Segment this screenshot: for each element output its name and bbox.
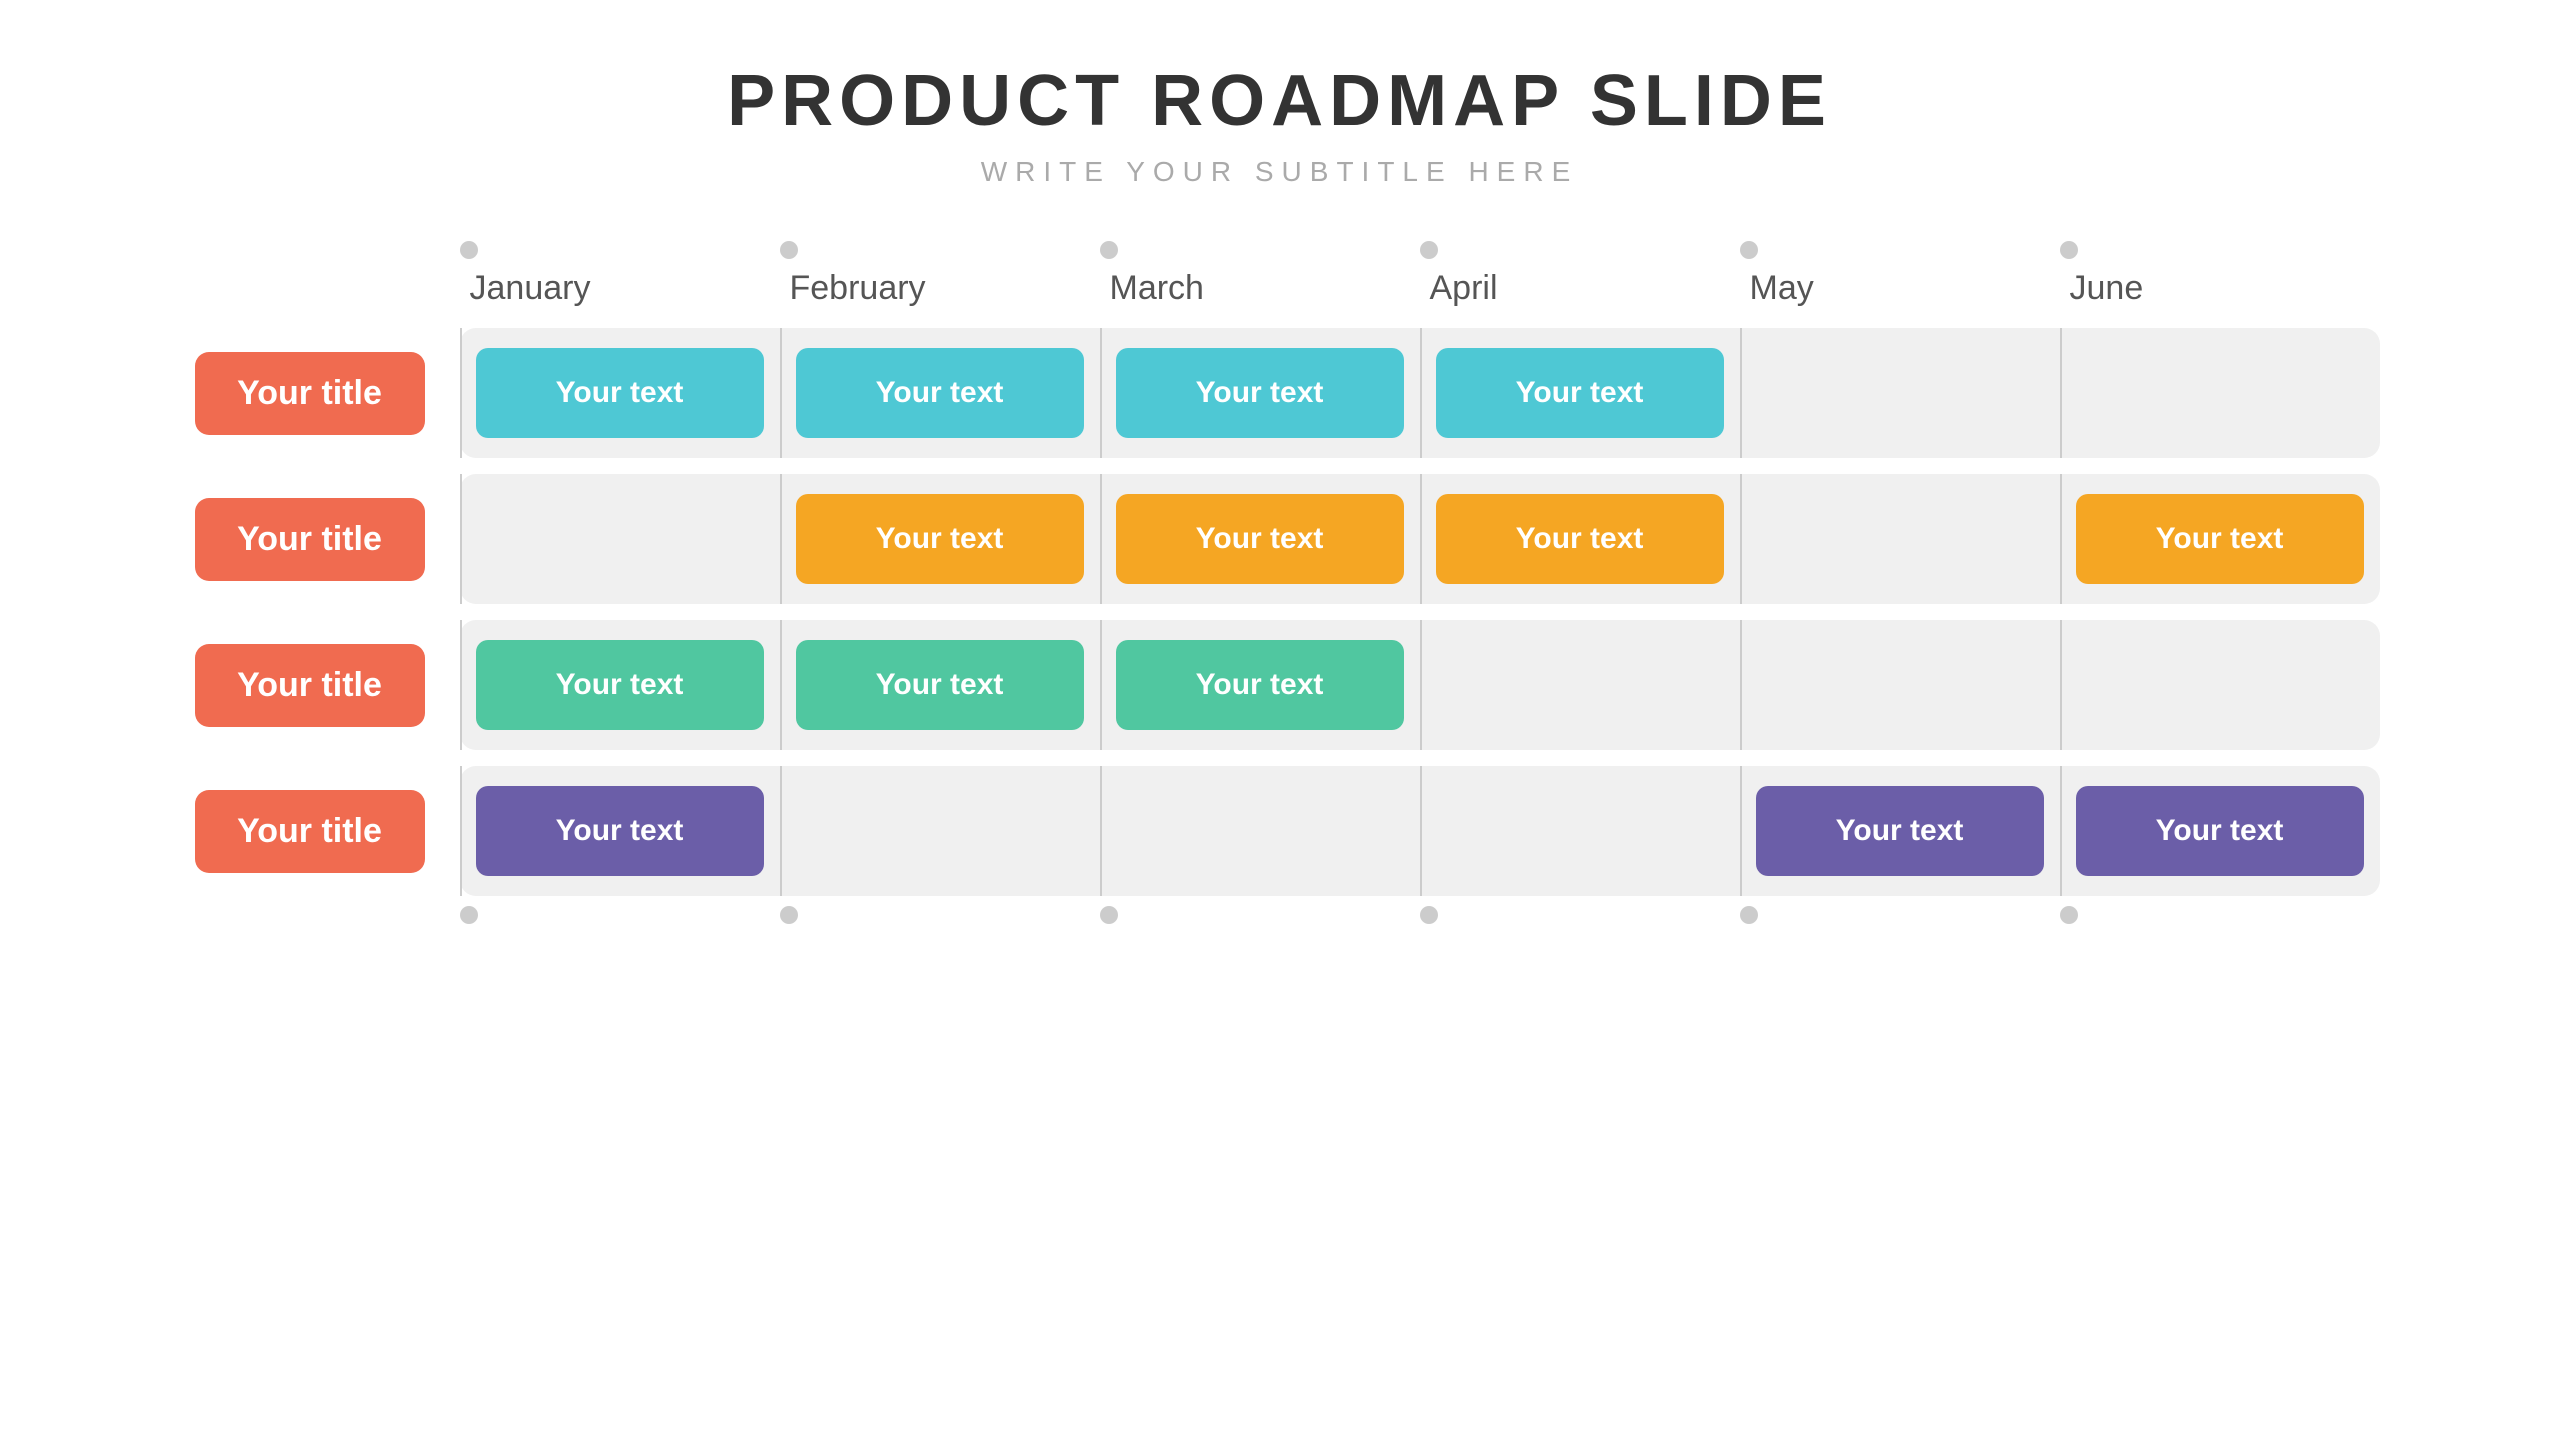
- roadmap-row-3: Your title Your text Your text Your text: [180, 766, 2380, 896]
- row-label-btn-3[interactable]: Your title: [195, 790, 425, 873]
- vline-row2-col0: [460, 620, 462, 750]
- vline-row2-col1: [780, 620, 782, 750]
- row-content-3: Your text Your text Your text: [460, 766, 2380, 896]
- vline-row2-col5: [2060, 620, 2062, 750]
- vline-row3-col4: [1740, 766, 1742, 896]
- vline-row1-col4: [1740, 474, 1742, 604]
- vline-row3-col5: [2060, 766, 2062, 896]
- bottom-dots-row: [460, 906, 2380, 936]
- row-label-cell-2: Your title: [180, 644, 460, 727]
- vline-row0-col0: [460, 328, 462, 458]
- task-box-r1-t2[interactable]: Your text: [1436, 494, 1724, 584]
- vline-row0-col4: [1740, 328, 1742, 458]
- month-label-1: February: [790, 241, 1100, 308]
- vline-row1-col2: [1100, 474, 1102, 604]
- months-row: JanuaryFebruaryMarchAprilMayJune: [460, 228, 2380, 308]
- roadmap-container: JanuaryFebruaryMarchAprilMayJune Your tit…: [180, 228, 2380, 936]
- bottom-dot-5: [2060, 906, 2078, 924]
- month-label-0: January: [470, 241, 780, 308]
- vline-row3-col1: [780, 766, 782, 896]
- vline-row0-col2: [1100, 328, 1102, 458]
- task-box-r0-t1[interactable]: Your text: [796, 348, 1084, 438]
- month-col-4: May: [1740, 241, 2060, 308]
- roadmap-row-1: Your titleYour textYour textYour textYou…: [180, 474, 2380, 604]
- task-box-r0-t3[interactable]: Your text: [1436, 348, 1724, 438]
- slide-header: PRODUCT ROADMAP SLIDE WRITE YOUR SUBTITL…: [727, 60, 1832, 188]
- row-label-cell-1: Your title: [180, 498, 460, 581]
- vline-row0-col1: [780, 328, 782, 458]
- vline-row1-col1: [780, 474, 782, 604]
- main-title: PRODUCT ROADMAP SLIDE: [727, 60, 1832, 142]
- month-dot-top: [1420, 241, 1438, 259]
- task-box-r1-t0[interactable]: Your text: [796, 494, 1084, 584]
- row-content-1: Your text Your text Your text Your text: [460, 474, 2380, 604]
- vline-row2-col2: [1100, 620, 1102, 750]
- row-content-2: Your text Your text Your text: [460, 620, 2380, 750]
- task-box-r2-t1[interactable]: Your text: [796, 640, 1084, 730]
- vline-row2-col4: [1740, 620, 1742, 750]
- task-box-r0-t2[interactable]: Your text: [1116, 348, 1404, 438]
- row-label-btn-1[interactable]: Your title: [195, 498, 425, 581]
- vline-row0-col5: [2060, 328, 2062, 458]
- task-box-r3-t0[interactable]: Your text: [476, 786, 764, 876]
- month-dot-top: [460, 241, 478, 259]
- vline-row1-col5: [2060, 474, 2062, 604]
- vline-row1-col0: [460, 474, 462, 604]
- roadmap-row-2: Your title Your text Your text Your text: [180, 620, 2380, 750]
- month-dot-top: [2060, 241, 2078, 259]
- month-col-2: March: [1100, 241, 1420, 308]
- row-label-cell-0: Your title: [180, 352, 460, 435]
- month-label-3: April: [1430, 241, 1740, 308]
- bottom-dot-3: [1420, 906, 1438, 924]
- row-label-cell-3: Your title: [180, 790, 460, 873]
- vline-row3-col2: [1100, 766, 1102, 896]
- task-box-r0-t0[interactable]: Your text: [476, 348, 764, 438]
- row-label-btn-0[interactable]: Your title: [195, 352, 425, 435]
- roadmap-row-0: Your titleYour textYour textYour textYou…: [180, 328, 2380, 458]
- bottom-dot-2: [1100, 906, 1118, 924]
- vline-row3-col0: [460, 766, 462, 896]
- vline-row2-col3: [1420, 620, 1422, 750]
- task-box-r2-t0[interactable]: Your text: [476, 640, 764, 730]
- task-box-r3-t1[interactable]: Your text: [1756, 786, 2044, 876]
- month-dot-top: [1740, 241, 1758, 259]
- month-col-5: June: [2060, 241, 2380, 308]
- month-col-1: February: [780, 241, 1100, 308]
- month-label-2: March: [1110, 241, 1420, 308]
- vline-row3-col3: [1420, 766, 1422, 896]
- vline-row0-col3: [1420, 328, 1422, 458]
- month-label-5: June: [2070, 241, 2380, 308]
- month-col-3: April: [1420, 241, 1740, 308]
- vline-row1-col3: [1420, 474, 1422, 604]
- task-box-r1-t3[interactable]: Your text: [2076, 494, 2364, 584]
- task-box-r3-t2[interactable]: Your text: [2076, 786, 2364, 876]
- rows-area: Your titleYour textYour textYour textYou…: [180, 328, 2380, 896]
- row-label-btn-2[interactable]: Your title: [195, 644, 425, 727]
- month-label-4: May: [1750, 241, 2060, 308]
- month-dot-top: [1100, 241, 1118, 259]
- task-box-r1-t1[interactable]: Your text: [1116, 494, 1404, 584]
- bottom-dot-1: [780, 906, 798, 924]
- bottom-dot-4: [1740, 906, 1758, 924]
- subtitle: WRITE YOUR SUBTITLE HERE: [727, 156, 1832, 188]
- row-content-0: Your text Your text Your text Your text: [460, 328, 2380, 458]
- task-box-r2-t2[interactable]: Your text: [1116, 640, 1404, 730]
- month-dot-top: [780, 241, 798, 259]
- month-col-0: January: [460, 241, 780, 308]
- bottom-dot-0: [460, 906, 478, 924]
